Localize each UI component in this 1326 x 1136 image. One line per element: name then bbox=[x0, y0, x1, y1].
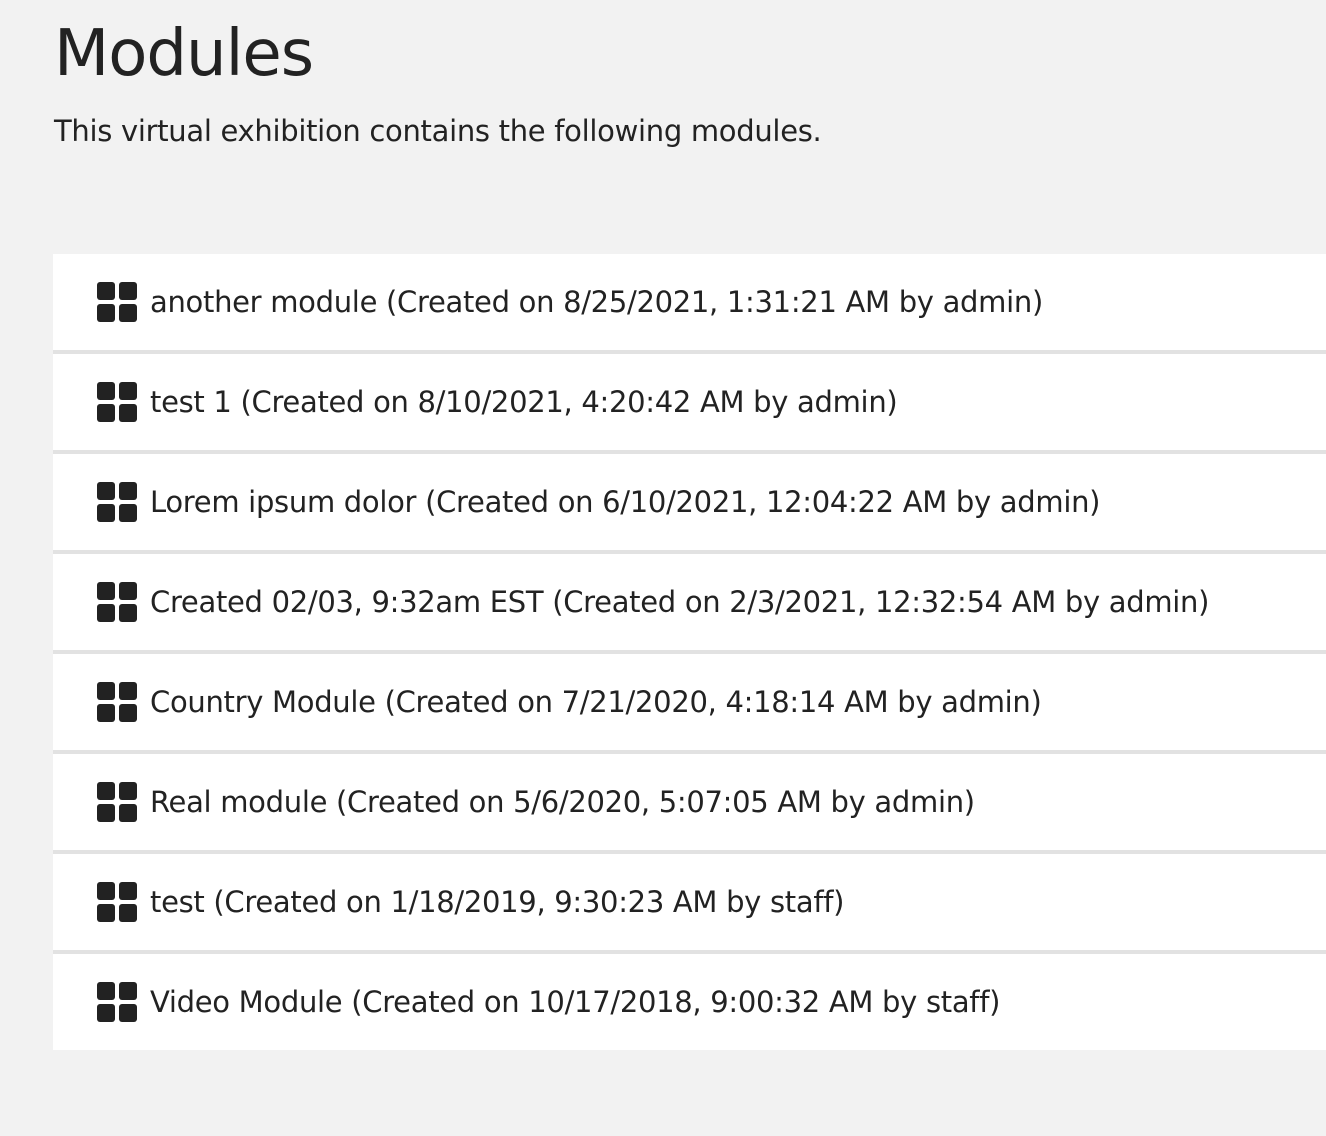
grid-icon bbox=[97, 582, 137, 622]
grid-icon bbox=[97, 382, 137, 422]
module-label: another module (Created on 8/25/2021, 1:… bbox=[150, 285, 1043, 319]
module-item[interactable]: Real module (Created on 5/6/2020, 5:07:0… bbox=[53, 754, 1326, 854]
module-item[interactable]: test (Created on 1/18/2019, 9:30:23 AM b… bbox=[53, 854, 1326, 954]
module-item[interactable]: Video Module (Created on 10/17/2018, 9:0… bbox=[53, 954, 1326, 1050]
module-label: test (Created on 1/18/2019, 9:30:23 AM b… bbox=[150, 885, 845, 919]
page-subtitle: This virtual exhibition contains the fol… bbox=[54, 114, 822, 148]
module-label: test 1 (Created on 8/10/2021, 4:20:42 AM… bbox=[150, 385, 898, 419]
module-item[interactable]: test 1 (Created on 8/10/2021, 4:20:42 AM… bbox=[53, 354, 1326, 454]
grid-icon bbox=[97, 682, 137, 722]
module-item[interactable]: Country Module (Created on 7/21/2020, 4:… bbox=[53, 654, 1326, 754]
module-label: Video Module (Created on 10/17/2018, 9:0… bbox=[150, 985, 1001, 1019]
grid-icon bbox=[97, 282, 137, 322]
module-label: Created 02/03, 9:32am EST (Created on 2/… bbox=[150, 585, 1210, 619]
module-label: Real module (Created on 5/6/2020, 5:07:0… bbox=[150, 785, 975, 819]
page-title: Modules bbox=[54, 17, 314, 91]
grid-icon bbox=[97, 882, 137, 922]
grid-icon bbox=[97, 482, 137, 522]
module-label: Lorem ipsum dolor (Created on 6/10/2021,… bbox=[150, 485, 1101, 519]
module-label: Country Module (Created on 7/21/2020, 4:… bbox=[150, 685, 1042, 719]
module-list: another module (Created on 8/25/2021, 1:… bbox=[53, 254, 1326, 1050]
grid-icon bbox=[97, 982, 137, 1022]
module-item[interactable]: Lorem ipsum dolor (Created on 6/10/2021,… bbox=[53, 454, 1326, 554]
module-item[interactable]: Created 02/03, 9:32am EST (Created on 2/… bbox=[53, 554, 1326, 654]
grid-icon bbox=[97, 782, 137, 822]
module-item[interactable]: another module (Created on 8/25/2021, 1:… bbox=[53, 254, 1326, 354]
